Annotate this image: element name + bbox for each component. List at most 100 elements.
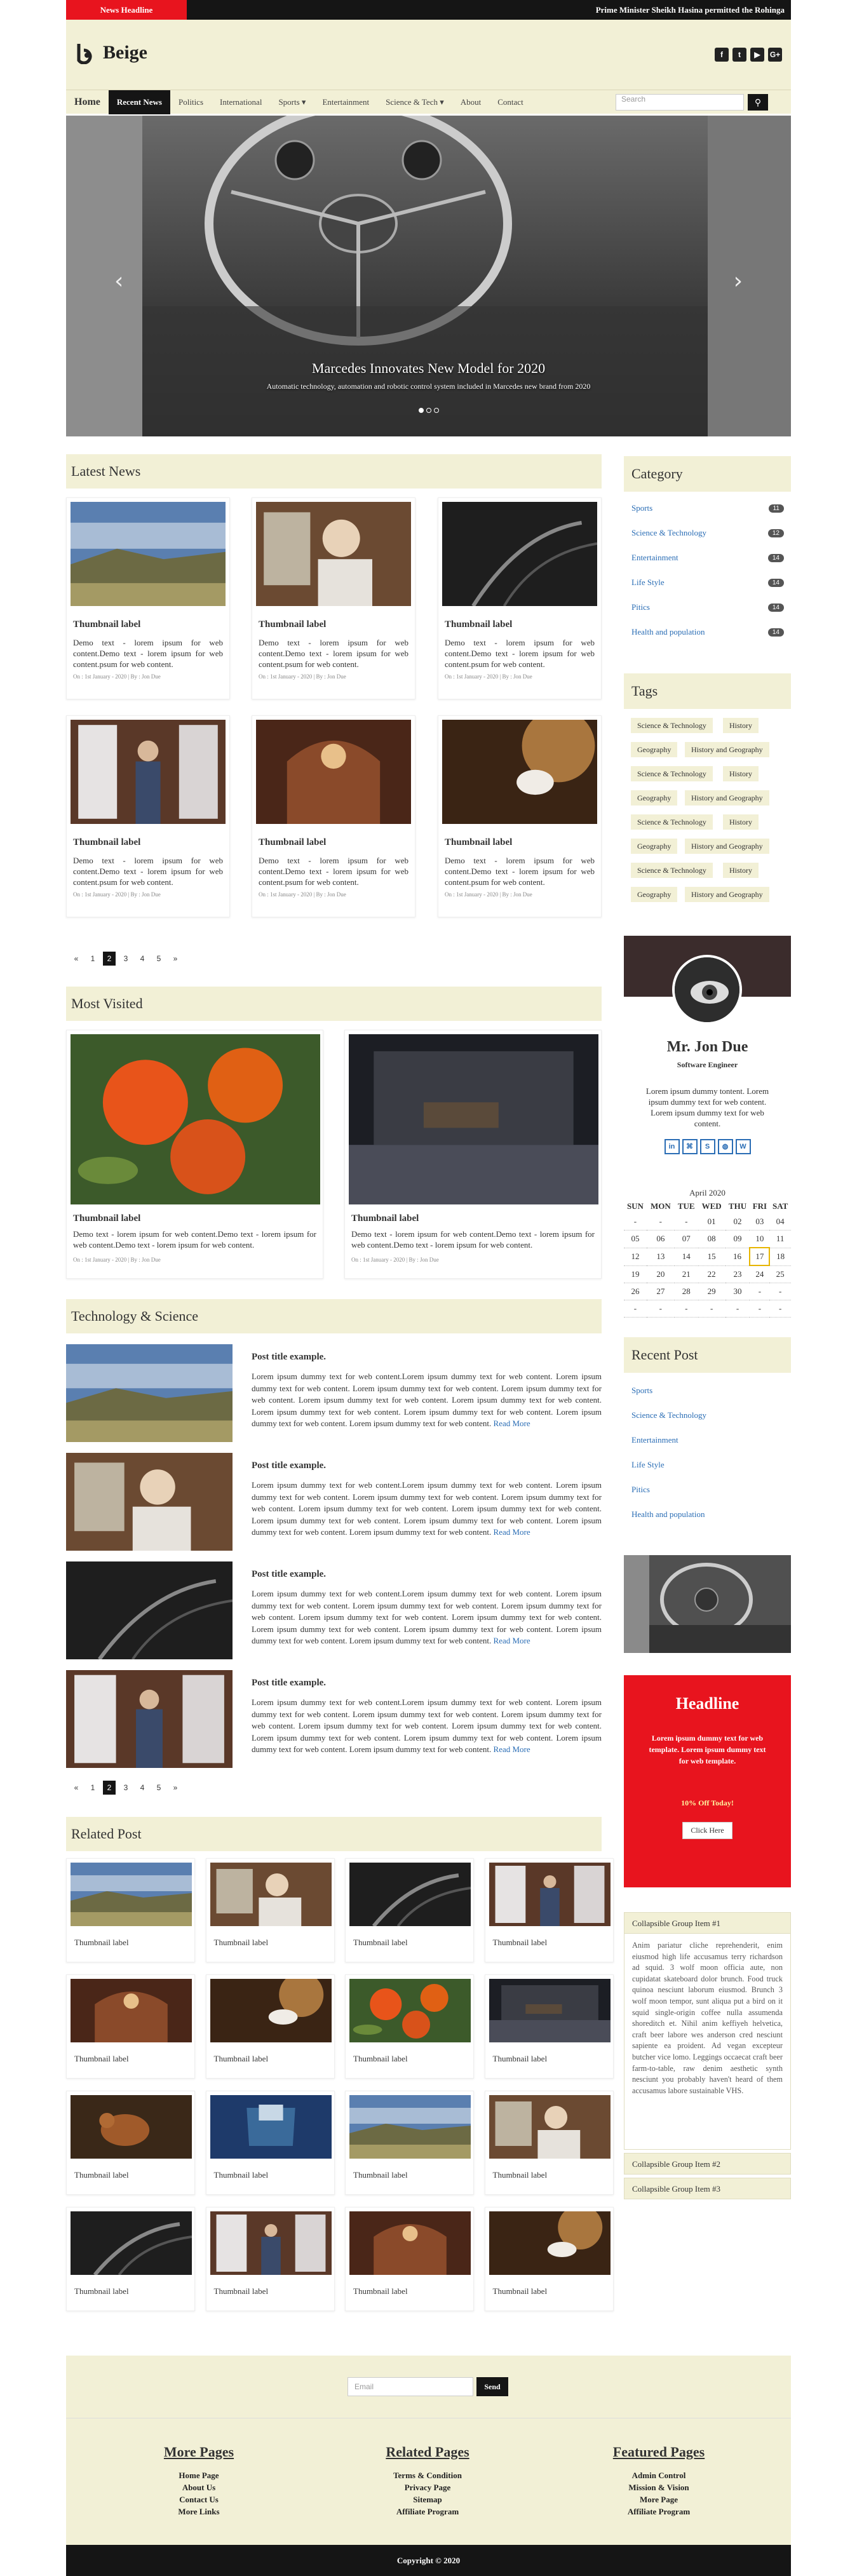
nav-item[interactable]: Contact <box>489 90 531 114</box>
read-more-link[interactable]: Read More <box>494 1636 530 1645</box>
footer-link[interactable]: Affiliate Program <box>586 2505 732 2518</box>
related-post-card[interactable]: Thumbnail label <box>205 1974 335 2079</box>
post-title[interactable]: Post title example. <box>252 1352 326 1363</box>
footer-link[interactable]: More Page <box>586 2493 732 2505</box>
tag-chip[interactable]: History and Geography <box>685 790 769 806</box>
page-link[interactable]: 5 <box>152 1781 165 1795</box>
related-post-card[interactable]: Thumbnail label <box>345 1858 474 1962</box>
tag-chip[interactable]: History <box>723 863 759 878</box>
twitter-icon[interactable]: t <box>732 48 746 62</box>
recent-post-link[interactable]: Science & Technology <box>631 1410 706 1420</box>
tag-chip[interactable]: Geography <box>631 742 678 757</box>
page-link[interactable]: « <box>70 952 83 966</box>
calendar-day[interactable]: 08 <box>698 1230 725 1248</box>
calendar-day[interactable]: 11 <box>769 1230 791 1248</box>
post-thumbnail[interactable] <box>66 1670 233 1768</box>
youtube-icon[interactable]: ▶ <box>750 48 764 62</box>
calendar-day[interactable]: 10 <box>750 1230 770 1248</box>
calendar-day[interactable]: 30 <box>725 1283 750 1300</box>
tag-chip[interactable]: History <box>723 766 759 781</box>
calendar-day[interactable]: 28 <box>674 1283 698 1300</box>
send-button[interactable]: Send <box>476 2377 508 2396</box>
logo[interactable]: Beige <box>75 41 147 64</box>
calendar-day[interactable]: 19 <box>624 1265 647 1283</box>
page-link[interactable]: 4 <box>136 952 149 966</box>
related-post-card[interactable]: Thumbnail label <box>66 2091 195 2195</box>
calendar-day[interactable]: 04 <box>769 1213 791 1231</box>
page-link[interactable]: 1 <box>86 952 99 966</box>
footer-link[interactable]: Terms & Condition <box>354 2469 501 2481</box>
calendar-day[interactable]: - <box>674 1213 698 1231</box>
calendar-day[interactable]: 01 <box>698 1213 725 1231</box>
calendar-day[interactable]: 12 <box>624 1248 647 1266</box>
nav-item[interactable]: International <box>212 90 270 114</box>
category-link[interactable]: Entertainment <box>631 553 678 563</box>
calendar-day[interactable]: 23 <box>725 1265 750 1283</box>
related-post-card[interactable]: Thumbnail label <box>484 2091 614 2195</box>
calendar-day[interactable]: - <box>750 1283 770 1300</box>
calendar-day[interactable]: - <box>674 1300 698 1318</box>
calendar-day[interactable]: 25 <box>769 1265 791 1283</box>
read-more-link[interactable]: Read More <box>494 1527 530 1537</box>
dribbble-icon[interactable]: ◍ <box>717 1139 733 1154</box>
slider-prev-button[interactable]: ‹ <box>114 268 123 294</box>
category-item[interactable]: Health and population 14 <box>631 627 784 637</box>
news-card[interactable]: Thumbnail label Demo text - lorem ipsum … <box>66 715 230 917</box>
related-post-card[interactable]: Thumbnail label <box>205 2091 335 2195</box>
calendar-day[interactable]: 03 <box>750 1213 770 1231</box>
email-input[interactable]: Email <box>348 2377 473 2396</box>
recent-post-link[interactable]: Life Style <box>631 1460 665 1470</box>
nav-item[interactable]: Politics <box>170 90 212 114</box>
slider-dot[interactable] <box>433 408 439 413</box>
footer-link[interactable]: Contact Us <box>126 2493 272 2505</box>
post-thumbnail[interactable] <box>66 1453 233 1551</box>
page-link[interactable]: 2 <box>103 952 116 966</box>
nav-item[interactable]: About <box>452 90 490 114</box>
tag-chip[interactable]: Science & Technology <box>631 814 713 830</box>
nav-item[interactable]: Sports ▾ <box>270 90 314 114</box>
related-post-card[interactable]: Thumbnail label <box>345 2091 474 2195</box>
related-post-card[interactable]: Thumbnail label <box>484 2207 614 2311</box>
tag-chip[interactable]: Geography <box>631 790 678 806</box>
calendar-day[interactable]: 07 <box>674 1230 698 1248</box>
tag-chip[interactable]: Geography <box>631 887 678 902</box>
nav-item[interactable]: Science & Tech ▾ <box>377 90 452 114</box>
calendar-day[interactable]: 29 <box>698 1283 725 1300</box>
related-post-card[interactable]: Thumbnail label <box>66 2207 195 2311</box>
category-item[interactable]: Pitics 14 <box>631 602 784 612</box>
calendar-day[interactable]: 20 <box>646 1265 675 1283</box>
calendar-day[interactable]: 06 <box>646 1230 675 1248</box>
footer-link[interactable]: Privacy Page <box>354 2481 501 2493</box>
news-card[interactable]: Thumbnail label Demo text - lorem ipsum … <box>438 497 602 699</box>
calendar-day[interactable]: - <box>769 1300 791 1318</box>
tag-chip[interactable]: Science & Technology <box>631 718 713 733</box>
linkedin-icon[interactable]: in <box>664 1139 680 1154</box>
calendar-day[interactable]: - <box>750 1300 770 1318</box>
calendar-day[interactable]: - <box>769 1283 791 1300</box>
calendar-day[interactable]: 05 <box>624 1230 647 1248</box>
tag-chip[interactable]: History and Geography <box>685 887 769 902</box>
calendar-day[interactable]: - <box>725 1300 750 1318</box>
related-post-card[interactable]: Thumbnail label <box>205 1858 335 1962</box>
post-title[interactable]: Post title example. <box>252 1460 326 1471</box>
accordion-item-1-header[interactable]: Collapsible Group Item #1 <box>624 1912 791 1934</box>
category-link[interactable]: Pitics <box>631 602 650 612</box>
page-link[interactable]: 4 <box>136 1781 149 1795</box>
nav-item[interactable]: Entertainment <box>314 90 377 114</box>
calendar-day[interactable]: 17 <box>749 1247 771 1266</box>
calendar-day[interactable]: 15 <box>698 1248 725 1266</box>
recent-post-link[interactable]: Entertainment <box>631 1435 678 1445</box>
calendar-day[interactable]: 13 <box>646 1248 675 1266</box>
related-post-card[interactable]: Thumbnail label <box>66 1974 195 2079</box>
tag-chip[interactable]: History <box>723 718 759 733</box>
tag-chip[interactable]: Science & Technology <box>631 766 713 781</box>
promo-click-button[interactable]: Click Here <box>682 1822 732 1839</box>
related-post-card[interactable]: Thumbnail label <box>345 2207 474 2311</box>
page-link[interactable]: 2 <box>103 1781 116 1795</box>
slider-dot[interactable] <box>426 408 431 413</box>
news-card[interactable]: Thumbnail label Demo text - lorem ipsum … <box>252 497 415 699</box>
category-item[interactable]: Life Style 14 <box>631 577 784 588</box>
hero-slider[interactable]: ‹ › Marcedes Innovates New Model for 202… <box>66 116 791 436</box>
calendar-day[interactable]: - <box>698 1300 725 1318</box>
accordion-item-2-header[interactable]: Collapsible Group Item #2 <box>624 2153 791 2175</box>
